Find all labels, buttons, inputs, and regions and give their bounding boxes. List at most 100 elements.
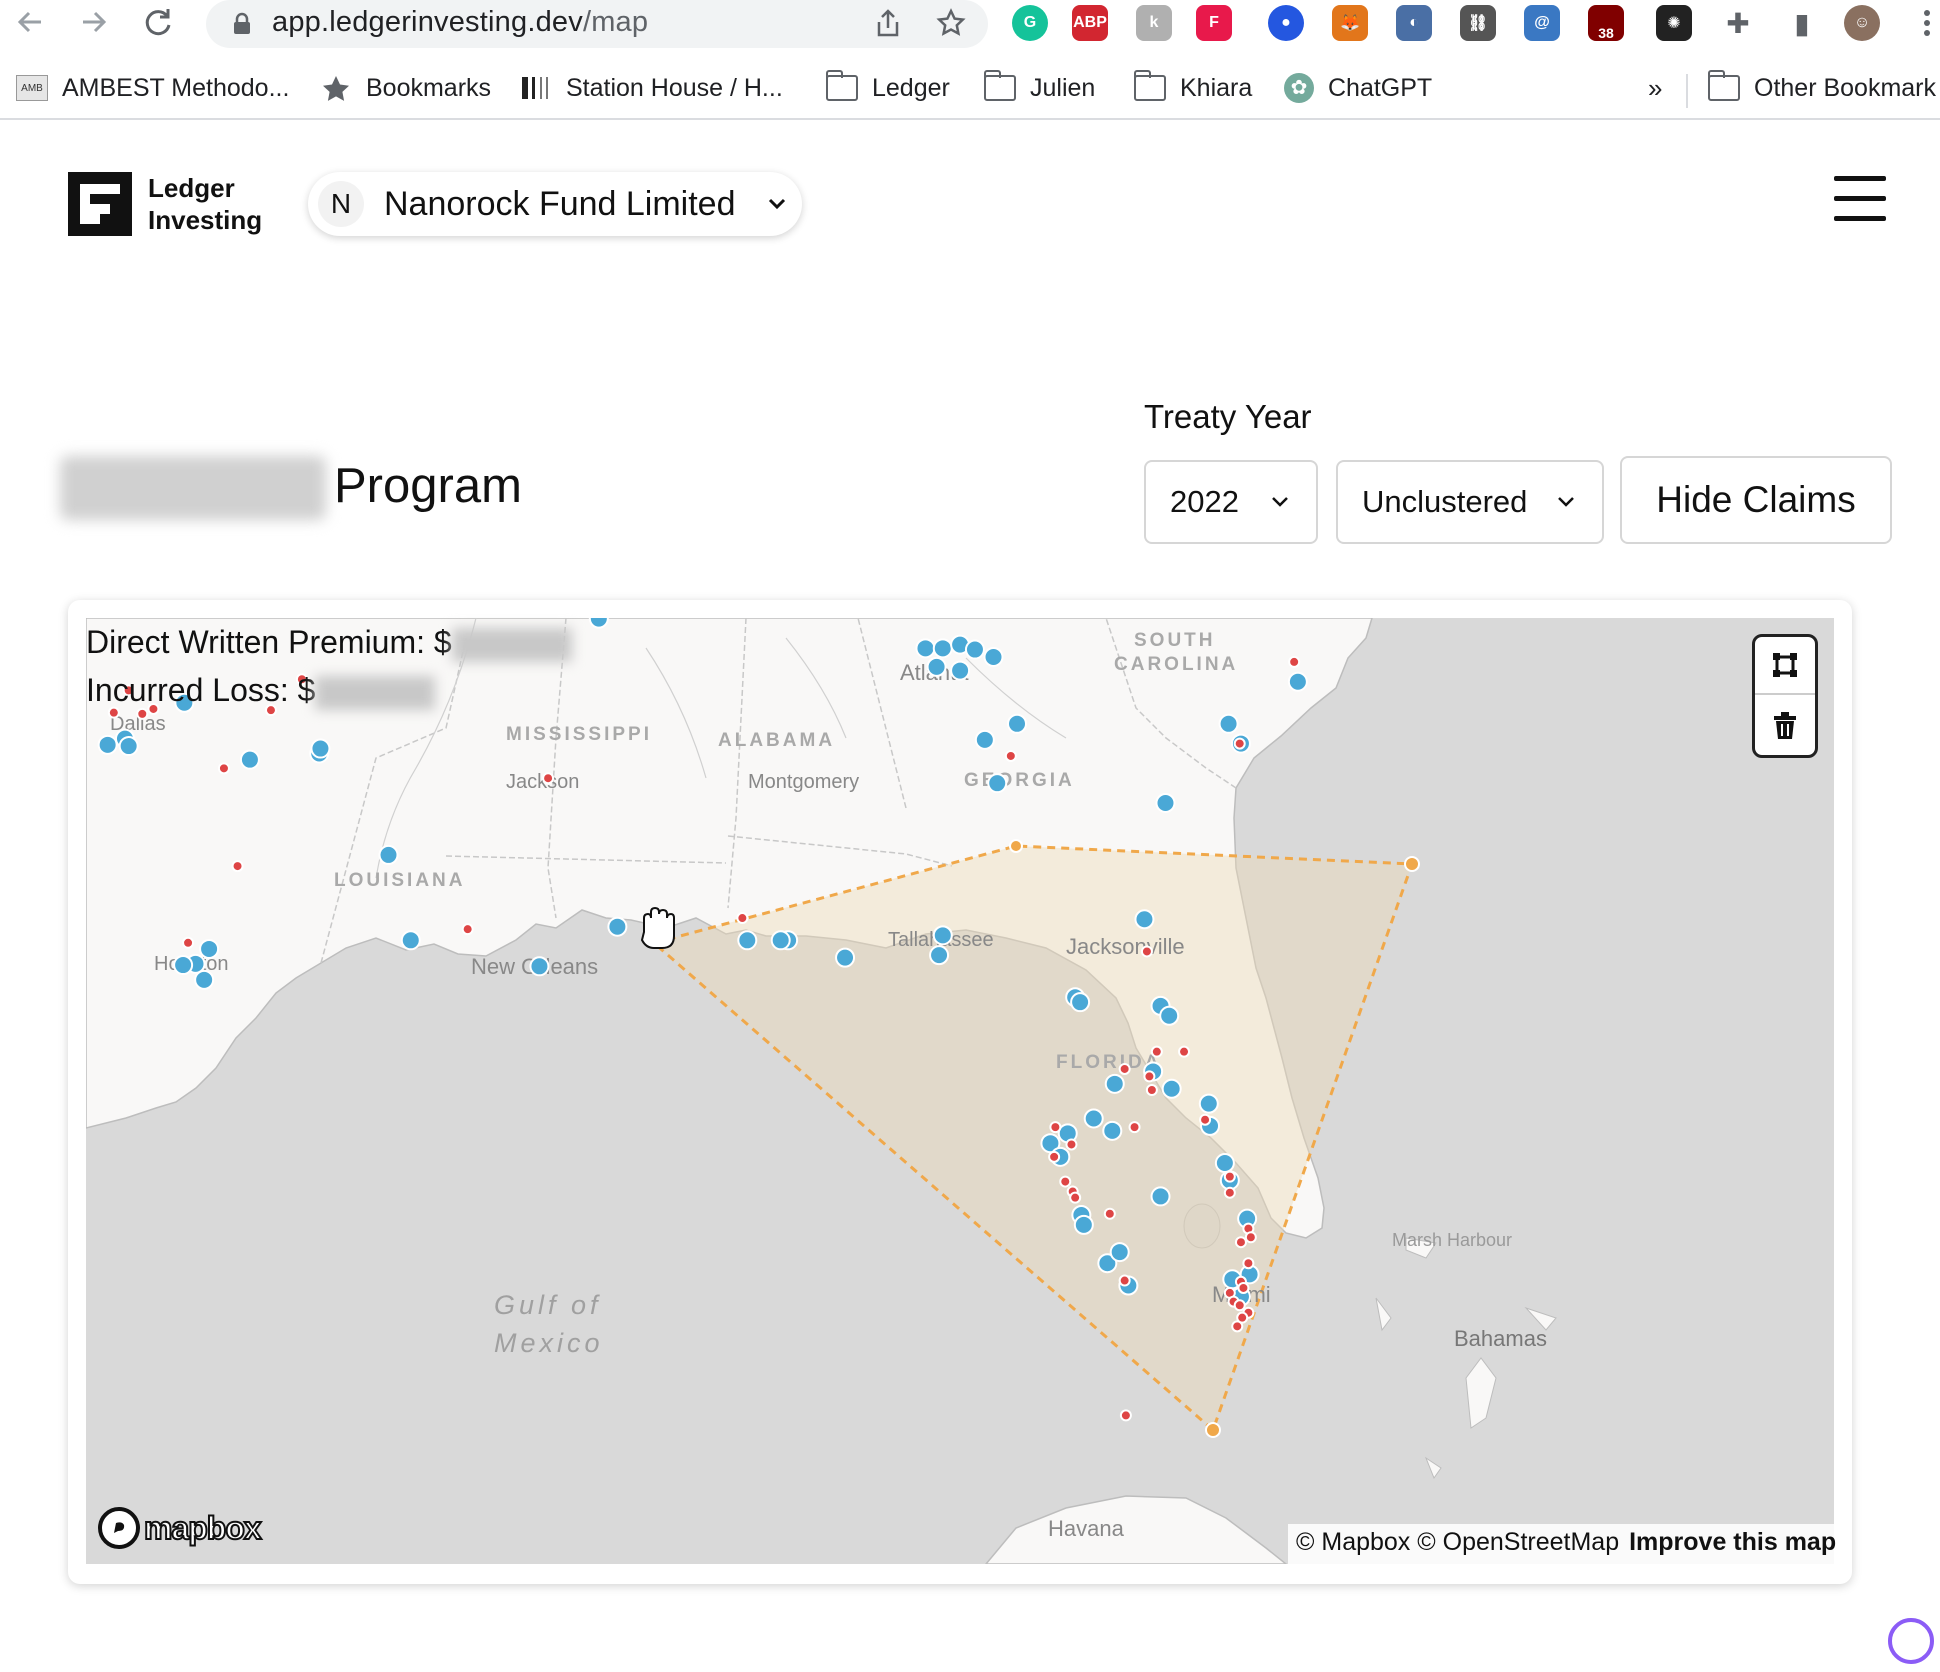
claim-marker[interactable] [1288, 655, 1301, 668]
bookmarks-overflow-button[interactable]: » [1648, 68, 1662, 108]
policy-marker[interactable] [1070, 992, 1091, 1013]
policy-marker[interactable] [932, 638, 953, 659]
claim-marker[interactable] [1242, 1257, 1255, 1270]
claim-marker[interactable] [1118, 1274, 1131, 1287]
extension-moon-icon[interactable]: ◐ [1396, 5, 1432, 41]
claim-marker[interactable] [1004, 749, 1017, 762]
claim-marker[interactable] [1143, 1070, 1156, 1083]
policy-marker[interactable] [929, 945, 950, 966]
policy-marker[interactable] [964, 639, 985, 660]
improve-map-link[interactable]: Improve this map [1629, 1528, 1836, 1556]
claim-marker[interactable] [1048, 1150, 1061, 1163]
selection-polygon[interactable] [650, 844, 1415, 1433]
policy-marker[interactable] [97, 734, 118, 755]
claim-marker[interactable] [217, 762, 230, 775]
attribution-text[interactable]: © Mapbox © OpenStreetMap [1296, 1528, 1619, 1556]
chrome-menu-icon[interactable] [1922, 8, 1932, 38]
policy-marker[interactable] [1007, 713, 1028, 734]
adblock-icon[interactable]: ABP [1072, 5, 1108, 41]
policy-marker[interactable] [1102, 1120, 1123, 1141]
draw-polygon-button[interactable] [1755, 637, 1815, 695]
policy-marker[interactable] [1214, 1153, 1235, 1174]
claim-marker[interactable] [1059, 1175, 1072, 1188]
extension-circle-icon[interactable]: ● [1268, 5, 1304, 41]
policy-marker[interactable] [835, 947, 856, 968]
policy-marker[interactable] [1161, 1078, 1182, 1099]
claim-marker[interactable] [1244, 1231, 1257, 1244]
policy-marker[interactable] [987, 773, 1008, 794]
policy-marker[interactable] [400, 930, 421, 951]
bookmark-chatgpt[interactable]: ✿ ChatGPT [1284, 68, 1432, 108]
fund-selector[interactable]: N Nanorock Fund Limited [308, 172, 802, 236]
extension-lock-icon[interactable]: @ [1524, 5, 1560, 41]
policy-marker[interactable] [199, 938, 220, 959]
extensions-puzzle-icon[interactable]: ✚ [1720, 5, 1756, 41]
policy-marker[interactable] [1083, 1108, 1104, 1129]
claim-marker[interactable] [1231, 1320, 1244, 1333]
extension-link-icon[interactable]: ⛓ [1460, 5, 1496, 41]
bookmark-folder-julien[interactable]: Julien [983, 68, 1095, 108]
claim-marker[interactable] [182, 936, 195, 949]
policy-marker[interactable] [310, 738, 331, 759]
ledger-logo-icon[interactable] [68, 172, 132, 236]
extension-spinner-icon[interactable]: ✺ [1656, 5, 1692, 41]
bookmark-other[interactable]: Other Bookmark [1707, 68, 1936, 108]
policy-marker[interactable] [1159, 1005, 1180, 1026]
grammarly-icon[interactable]: G [1012, 5, 1048, 41]
policy-marker[interactable] [770, 930, 791, 951]
policy-marker[interactable] [974, 729, 995, 750]
claim-marker[interactable] [1234, 1236, 1247, 1249]
hide-claims-button[interactable]: Hide Claims [1620, 456, 1892, 544]
claim-marker[interactable] [1233, 1299, 1246, 1312]
claim-marker[interactable] [736, 912, 749, 925]
policy-marker[interactable] [1109, 1242, 1130, 1263]
claim-marker[interactable] [1145, 1084, 1158, 1097]
policy-marker[interactable] [194, 969, 215, 990]
claim-marker[interactable] [1178, 1045, 1191, 1058]
claim-marker[interactable] [1140, 945, 1153, 958]
ublock-icon[interactable]: 38 [1588, 5, 1624, 41]
policy-marker[interactable] [529, 956, 550, 977]
claim-marker[interactable] [542, 772, 555, 785]
sidepanel-icon[interactable]: ▮ [1784, 5, 1820, 41]
claim-marker[interactable] [1119, 1409, 1132, 1422]
profile-avatar-icon[interactable]: ☺ [1844, 5, 1880, 41]
policy-marker[interactable] [983, 646, 1004, 667]
forward-icon[interactable] [76, 4, 112, 40]
claim-marker[interactable] [231, 860, 244, 873]
policy-marker[interactable] [607, 916, 628, 937]
extension-f-icon[interactable]: F [1196, 5, 1232, 41]
policy-marker[interactable] [1155, 792, 1176, 813]
policy-marker[interactable] [118, 736, 139, 757]
share-icon[interactable] [874, 8, 902, 38]
claim-marker[interactable] [1199, 1113, 1212, 1126]
address-bar[interactable]: app.ledgerinvesting.dev/map [206, 0, 988, 48]
bookmark-folder-ledger[interactable]: Ledger [825, 68, 950, 108]
policy-marker[interactable] [1287, 671, 1308, 692]
claim-marker[interactable] [1103, 1207, 1116, 1220]
metamask-icon[interactable]: 🦊 [1332, 5, 1368, 41]
polygon-vertex[interactable] [1009, 839, 1023, 853]
policy-marker[interactable] [926, 656, 947, 677]
claim-marker[interactable] [136, 707, 149, 720]
bookmark-station-house[interactable]: Station House / H... [522, 68, 783, 108]
claim-marker[interactable] [1150, 1045, 1163, 1058]
claim-marker[interactable] [1233, 737, 1246, 750]
map-canvas[interactable]: SOUTH CAROLINA MISSISSIPPI ALABAMA GEORG… [86, 618, 1834, 1564]
claim-marker[interactable] [1128, 1121, 1141, 1134]
claim-marker[interactable] [1223, 1186, 1236, 1199]
policy-marker[interactable] [378, 844, 399, 865]
polygon-vertex[interactable] [1205, 1422, 1221, 1438]
bookmark-bookmarks[interactable]: Bookmarks [320, 68, 491, 108]
policy-marker[interactable] [173, 955, 194, 976]
delete-polygon-button[interactable] [1755, 697, 1815, 755]
claim-marker[interactable] [1223, 1170, 1236, 1183]
policy-marker[interactable] [1073, 1214, 1094, 1235]
claim-marker[interactable] [1065, 1138, 1078, 1151]
polygon-vertex[interactable] [1404, 856, 1420, 872]
policy-marker[interactable] [737, 930, 758, 951]
policy-marker[interactable] [588, 618, 609, 629]
policy-marker[interactable] [239, 749, 260, 770]
bookmark-folder-khiara[interactable]: Khiara [1133, 68, 1252, 108]
brand-name[interactable]: Ledger Investing [148, 172, 262, 236]
